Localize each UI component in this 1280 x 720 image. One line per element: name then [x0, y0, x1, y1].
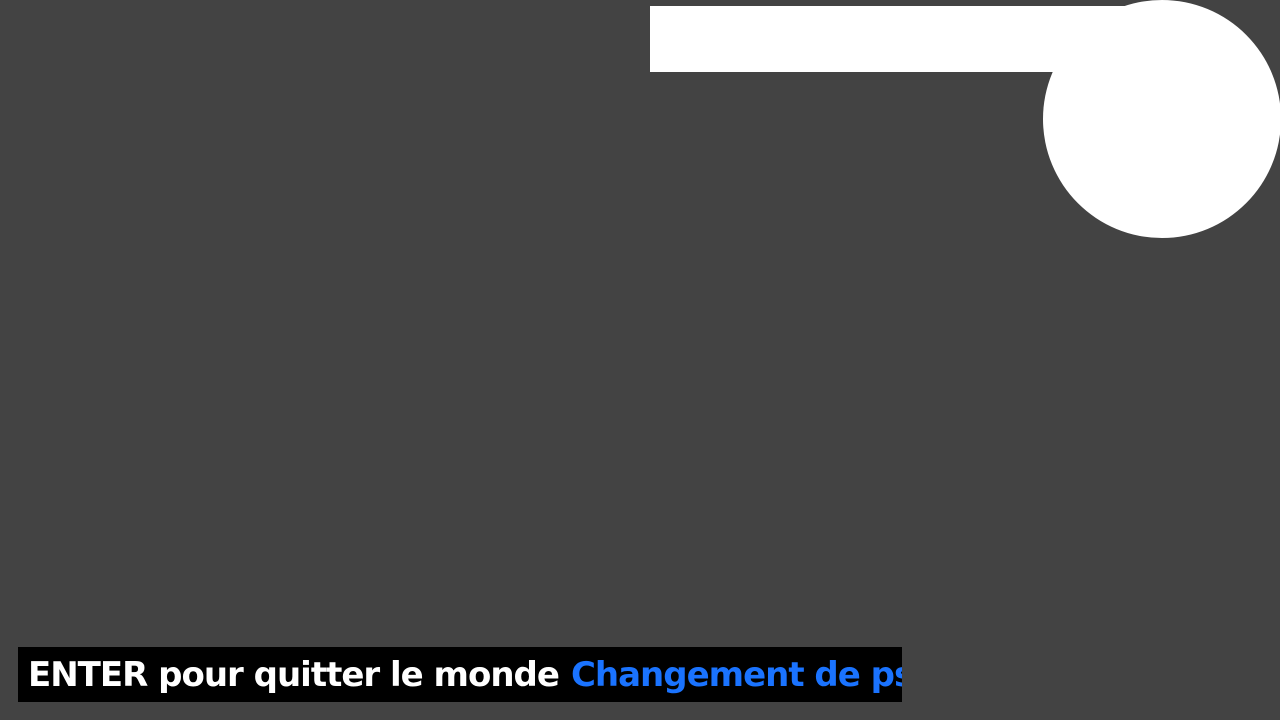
avatar-circle — [1043, 0, 1280, 238]
hint-bar: ENTER pour quitter le monde Changement d… — [18, 647, 902, 702]
exit-hint-text: ENTER pour quitter le monde — [28, 654, 560, 695]
change-username-link[interactable]: Changement de pseudo — [571, 655, 902, 695]
